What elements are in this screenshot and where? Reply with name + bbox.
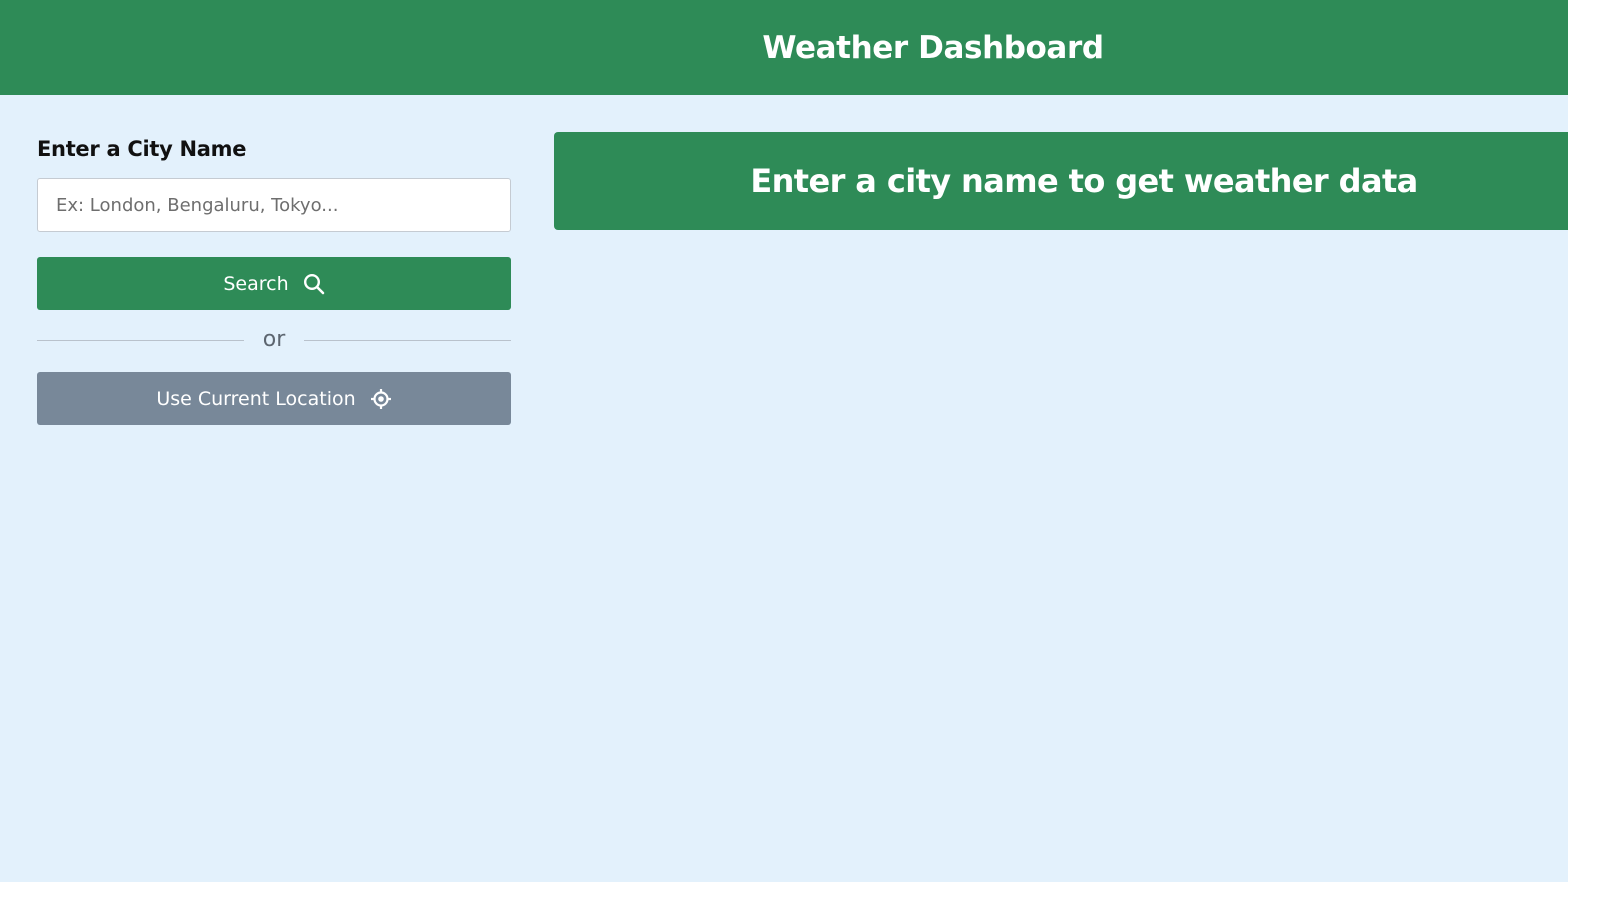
search-button-label: Search: [223, 272, 289, 295]
location-button-label: Use Current Location: [156, 387, 356, 410]
city-name-label: Enter a City Name: [37, 137, 247, 161]
search-button[interactable]: Search: [37, 257, 511, 310]
weather-message-banner: Enter a city name to get weather data: [554, 132, 1568, 230]
page-title: Weather Dashboard: [762, 30, 1104, 66]
use-current-location-button[interactable]: Use Current Location: [37, 372, 511, 425]
divider-line-right: [304, 340, 511, 341]
city-search-input[interactable]: [37, 178, 511, 232]
or-divider: or: [37, 324, 511, 356]
weather-message: Enter a city name to get weather data: [750, 162, 1418, 200]
search-icon: [303, 273, 325, 295]
app-page: Weather Dashboard Enter a City Name Sear…: [0, 0, 1568, 882]
app-header: Weather Dashboard: [0, 0, 1568, 95]
crosshair-icon: [370, 388, 392, 410]
